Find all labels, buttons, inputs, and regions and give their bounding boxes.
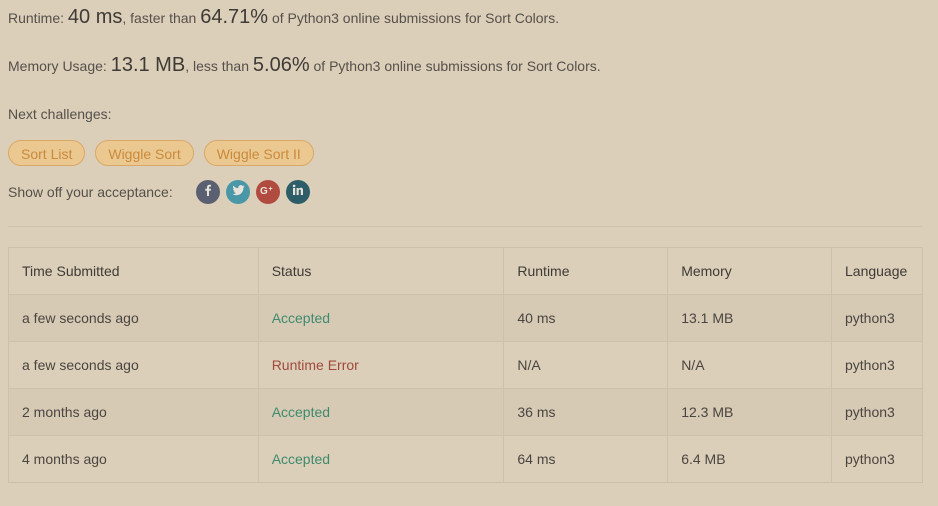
facebook-icon	[202, 183, 214, 201]
cell-time: a few seconds ago	[8, 341, 259, 389]
cell-status: Accepted	[257, 294, 505, 342]
memory-summary: Memory Usage: 13.1 MB, less than 5.06% o…	[8, 54, 601, 77]
status-link[interactable]: Accepted	[272, 310, 330, 326]
header-language: Language	[831, 247, 923, 295]
svg-text:G: G	[260, 186, 268, 196]
challenge-wiggle-sort[interactable]: Wiggle Sort	[95, 140, 194, 166]
google-plus-share-button[interactable]: G +	[256, 180, 280, 204]
cell-memory: N/A	[667, 341, 832, 389]
table-row: a few seconds ago Runtime Error N/A N/A …	[8, 341, 923, 389]
cell-status: Runtime Error	[257, 341, 505, 389]
cell-language: python3	[831, 388, 923, 436]
cell-runtime: N/A	[503, 341, 669, 389]
next-challenges-list: Sort List Wiggle Sort Wiggle Sort II	[8, 140, 314, 166]
memory-tail-text: of Python3 online submissions for Sort C…	[309, 58, 601, 74]
runtime-summary: Runtime: 40 ms, faster than 64.71% of Py…	[8, 6, 559, 29]
submission-result-panel: Runtime: 40 ms, faster than 64.71% of Py…	[0, 0, 938, 506]
header-time-submitted: Time Submitted	[8, 247, 259, 295]
status-link[interactable]: Accepted	[272, 404, 330, 420]
linkedin-share-button[interactable]	[286, 180, 310, 204]
memory-value: 13.1 MB	[110, 54, 186, 76]
linkedin-icon	[292, 183, 304, 201]
cell-time: 2 months ago	[8, 388, 259, 436]
table-row: 2 months ago Accepted 36 ms 12.3 MB pyth…	[8, 388, 923, 436]
cell-memory: 12.3 MB	[667, 388, 832, 436]
status-link[interactable]: Accepted	[272, 451, 330, 467]
cell-memory: 13.1 MB	[667, 294, 832, 342]
next-challenges-label: Next challenges:	[8, 106, 112, 122]
header-runtime: Runtime	[503, 247, 669, 295]
runtime-tail-text: of Python3 online submissions for Sort C…	[268, 10, 560, 26]
table-header-row: Time Submitted Status Runtime Memory Lan…	[8, 247, 923, 295]
cell-status: Accepted	[257, 388, 505, 436]
runtime-mid-text: , faster than	[122, 10, 201, 26]
runtime-percentile: 64.71%	[200, 6, 269, 28]
twitter-icon	[232, 183, 245, 201]
cell-time: a few seconds ago	[8, 294, 259, 342]
cell-runtime: 36 ms	[503, 388, 669, 436]
memory-percentile: 5.06%	[252, 54, 310, 76]
challenge-sort-list[interactable]: Sort List	[8, 140, 86, 166]
header-memory: Memory	[667, 247, 832, 295]
table-row: a few seconds ago Accepted 40 ms 13.1 MB…	[8, 294, 923, 342]
status-link[interactable]: Runtime Error	[272, 357, 359, 373]
cell-language: python3	[831, 341, 923, 389]
memory-label: Memory Usage:	[8, 58, 111, 74]
facebook-share-button[interactable]	[196, 180, 220, 204]
cell-status: Accepted	[257, 435, 505, 483]
share-buttons: G +	[196, 180, 310, 204]
cell-language: python3	[831, 294, 923, 342]
table-row: 4 months ago Accepted 64 ms 6.4 MB pytho…	[8, 435, 923, 483]
cell-time: 4 months ago	[8, 435, 259, 483]
header-status: Status	[257, 247, 505, 295]
cell-runtime: 40 ms	[503, 294, 669, 342]
cell-language: python3	[831, 435, 923, 483]
cell-memory: 6.4 MB	[667, 435, 832, 483]
memory-mid-text: , less than	[185, 58, 253, 74]
twitter-share-button[interactable]	[226, 180, 250, 204]
google-plus-icon: G +	[260, 183, 276, 201]
challenge-wiggle-sort-ii[interactable]: Wiggle Sort II	[203, 140, 314, 166]
svg-text:+: +	[269, 186, 273, 193]
cell-runtime: 64 ms	[503, 435, 669, 483]
submissions-table: Time Submitted Status Runtime Memory Lan…	[8, 247, 923, 483]
runtime-label: Runtime:	[8, 10, 68, 26]
section-divider	[8, 226, 922, 227]
share-label: Show off your acceptance:	[8, 184, 173, 200]
runtime-value: 40 ms	[67, 6, 123, 28]
